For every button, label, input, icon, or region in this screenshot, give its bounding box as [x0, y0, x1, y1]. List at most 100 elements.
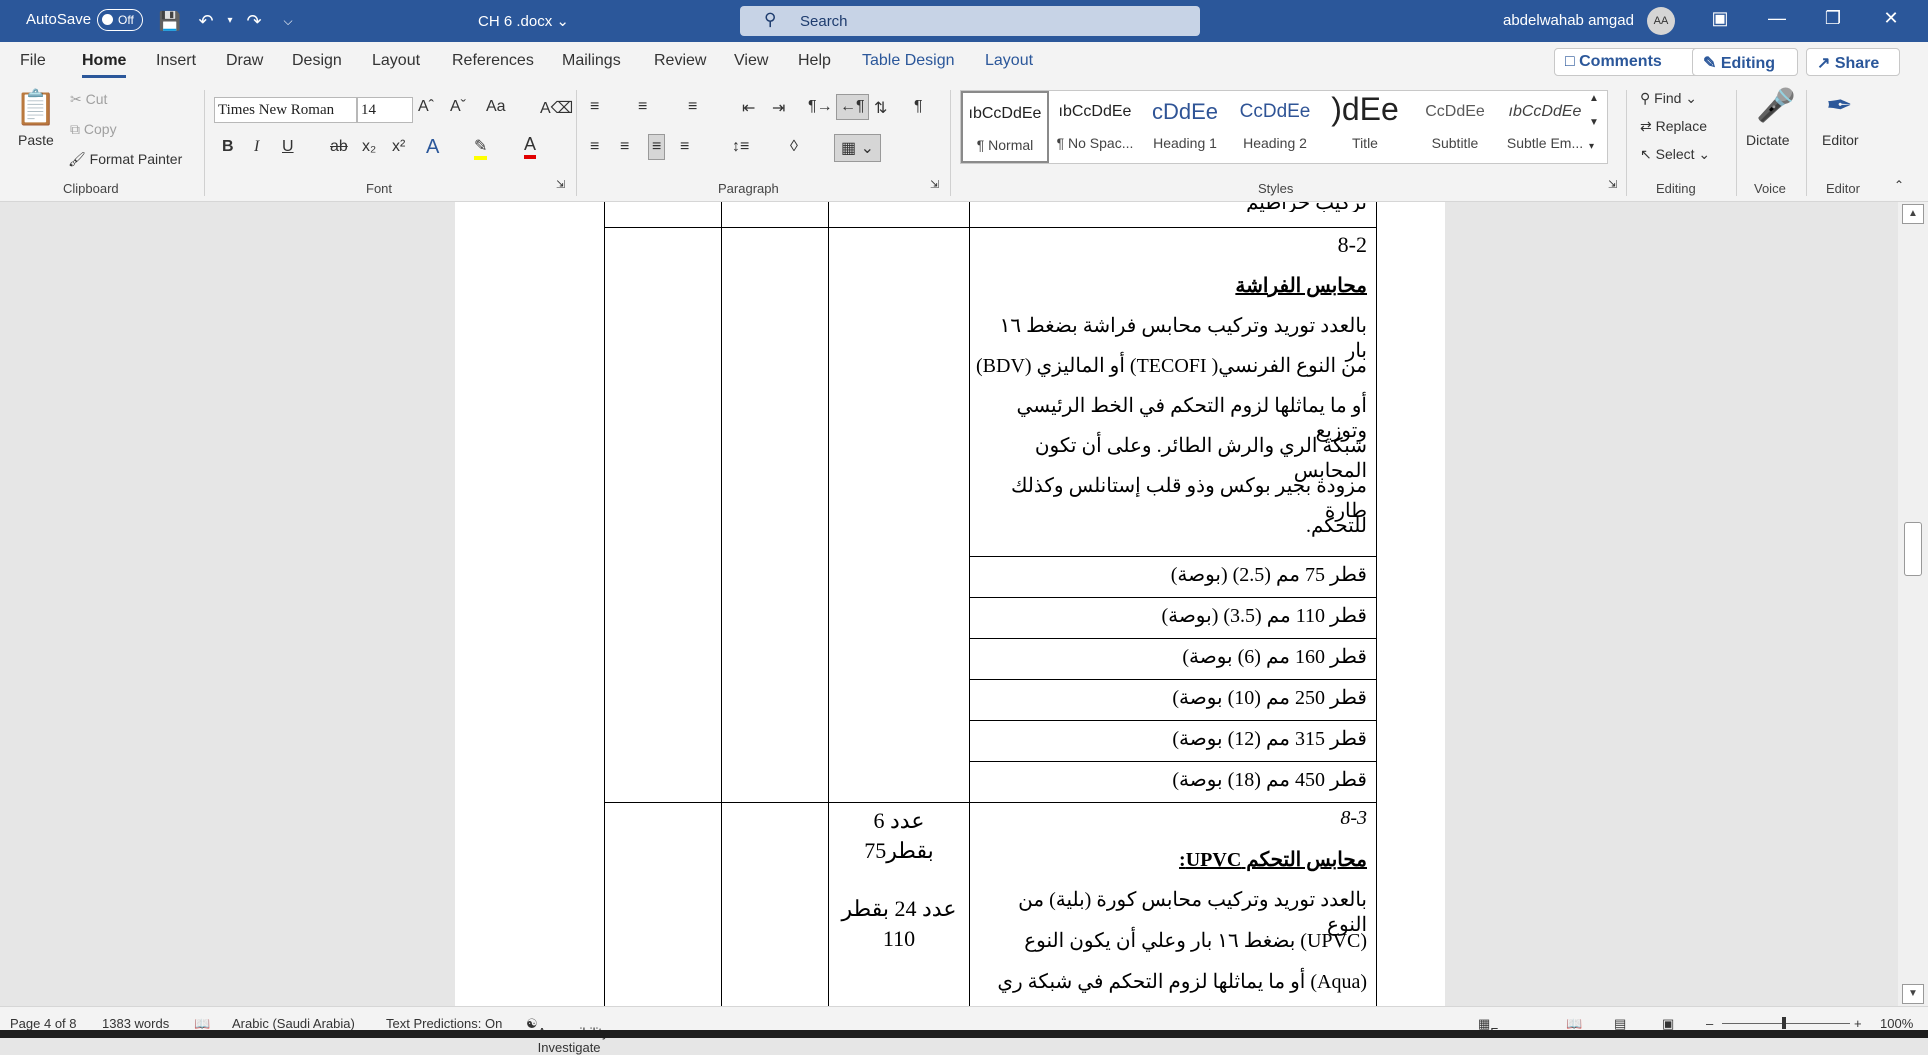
subscript-icon[interactable]: x₂: [362, 138, 376, 156]
text-effects-icon[interactable]: A: [426, 136, 439, 159]
decrease-indent-icon[interactable]: ⇤: [742, 98, 755, 118]
font-size-select[interactable]: 14: [357, 97, 413, 123]
language-indicator[interactable]: Arabic (Saudi Arabia): [232, 1016, 355, 1031]
scroll-up-icon[interactable]: ▲: [1902, 204, 1924, 224]
ribbon-display-icon[interactable]: ▣: [1705, 8, 1735, 29]
close-icon[interactable]: ✕: [1876, 8, 1906, 29]
save-icon[interactable]: 💾: [158, 9, 182, 33]
multilevel-list-icon[interactable]: ≡: [688, 98, 697, 116]
document-name[interactable]: CH 6 .docx ⌄: [478, 12, 569, 30]
autosave-toggle[interactable]: Off: [97, 9, 143, 31]
borders-icon[interactable]: ▦ ⌄: [834, 134, 881, 162]
comments-button[interactable]: □ Comments: [1554, 48, 1706, 76]
styles-dialog-launcher-icon[interactable]: ⇲: [1608, 178, 1617, 191]
document-page[interactable]: تركيب خراطيم 8-2 محابس الفراشة بالعدد تو…: [455, 202, 1445, 1006]
page-count[interactable]: Page 4 of 8: [10, 1016, 77, 1031]
center-icon[interactable]: ≡: [620, 138, 629, 156]
style-heading-2[interactable]: CcDdEe Heading 2: [1231, 91, 1319, 163]
copy-button[interactable]: ⧉ Copy: [70, 121, 117, 138]
editing-button[interactable]: ✎ Editing ⌄: [1692, 48, 1798, 92]
word-count[interactable]: 1383 words: [102, 1016, 169, 1031]
find-button[interactable]: ⚲ Find ⌄: [1640, 90, 1697, 107]
paste-icon[interactable]: 📋: [14, 88, 58, 128]
avatar[interactable]: AA: [1647, 7, 1675, 35]
tab-mailings[interactable]: Mailings: [562, 52, 621, 70]
undo-icon[interactable]: ↶: [194, 9, 218, 33]
style-subtitle[interactable]: CcDdEe Subtitle: [1411, 91, 1499, 163]
zoom-slider-thumb[interactable]: [1782, 1017, 1786, 1029]
font-name-select[interactable]: Times New Roman: [214, 97, 357, 123]
tab-table-design[interactable]: Table Design: [862, 52, 955, 70]
numbering-icon[interactable]: ≡: [638, 98, 647, 116]
style-subtle-emphasis[interactable]: ıbCcDdEe Subtle Em...: [1501, 91, 1589, 163]
align-left-icon[interactable]: ≡: [590, 138, 599, 156]
shading-icon[interactable]: ◊: [790, 138, 798, 156]
show-formatting-icon[interactable]: ¶: [914, 98, 923, 116]
text-predictions[interactable]: Text Predictions: On: [386, 1016, 502, 1031]
paragraph-dialog-launcher-icon[interactable]: ⇲: [930, 178, 939, 191]
tab-home[interactable]: Home: [82, 52, 127, 78]
tab-design[interactable]: Design: [292, 52, 342, 70]
increase-indent-icon[interactable]: ⇥: [772, 98, 785, 118]
minimize-icon[interactable]: —: [1762, 8, 1792, 29]
bold-icon[interactable]: B: [222, 138, 234, 156]
scrollbar-thumb[interactable]: [1904, 522, 1922, 576]
grow-font-icon[interactable]: Aˆ: [418, 98, 434, 116]
change-case-icon[interactable]: Aa: [486, 98, 506, 116]
microphone-icon[interactable]: 🎤: [1756, 86, 1796, 124]
editor-button[interactable]: Editor: [1822, 132, 1859, 148]
underline-icon[interactable]: U: [282, 138, 294, 156]
dictate-button[interactable]: Dictate: [1746, 132, 1790, 148]
styles-scroll-down-icon[interactable]: ▼: [1589, 117, 1599, 128]
collapse-ribbon-icon[interactable]: ⌃: [1894, 178, 1904, 192]
tab-table-layout[interactable]: Layout: [985, 52, 1033, 70]
replace-button[interactable]: ⇄ Replace: [1640, 118, 1707, 135]
restore-icon[interactable]: ❐: [1818, 8, 1848, 29]
zoom-slider[interactable]: [1722, 1023, 1850, 1024]
zoom-in-icon[interactable]: +: [1854, 1016, 1862, 1031]
sort-icon[interactable]: ⇅: [874, 98, 887, 118]
bullets-icon[interactable]: ≡: [590, 98, 599, 116]
font-color-icon[interactable]: A: [524, 134, 537, 159]
tab-layout[interactable]: Layout: [372, 52, 420, 70]
font-dialog-launcher-icon[interactable]: ⇲: [556, 178, 565, 191]
redo-icon[interactable]: ↷: [242, 9, 266, 33]
styles-scroll-up-icon[interactable]: ▲: [1589, 93, 1599, 104]
tab-review[interactable]: Review: [654, 52, 706, 70]
tab-references[interactable]: References: [452, 52, 534, 70]
search-box[interactable]: ⚲ Search: [740, 6, 1200, 36]
style-normal[interactable]: ıbCcDdEe ¶ Normal: [961, 91, 1049, 163]
shrink-font-icon[interactable]: Aˇ: [450, 98, 466, 116]
select-button[interactable]: ↖ Select ⌄: [1640, 146, 1710, 163]
vertical-scrollbar[interactable]: ▲ ▼: [1898, 202, 1928, 1006]
format-painter-button[interactable]: 🖌 Format Painter: [68, 151, 182, 168]
style-no-spacing[interactable]: ıbCcDdEe ¶ No Spac...: [1051, 91, 1139, 163]
style-title[interactable]: )dEe Title: [1321, 91, 1409, 163]
tab-view[interactable]: View: [734, 52, 768, 70]
undo-dropdown-icon[interactable]: ▾: [218, 9, 242, 33]
highlight-icon[interactable]: ✎: [474, 136, 488, 160]
line-spacing-icon[interactable]: ↕≡: [732, 138, 749, 156]
user-name[interactable]: abdelwahab amgad: [1503, 12, 1634, 29]
paste-button[interactable]: Paste: [18, 132, 54, 148]
rtl-direction-icon[interactable]: ←¶: [836, 94, 869, 120]
tab-draw[interactable]: Draw: [226, 52, 263, 70]
strikethrough-icon[interactable]: ab: [330, 138, 348, 156]
cut-button[interactable]: ✂ Cut: [70, 91, 107, 108]
tab-insert[interactable]: Insert: [156, 52, 196, 70]
style-heading-1[interactable]: cDdEe Heading 1: [1141, 91, 1229, 163]
superscript-icon[interactable]: x²: [392, 138, 405, 156]
editor-pen-icon[interactable]: ✒: [1826, 86, 1853, 124]
clear-formatting-icon[interactable]: A⌫: [540, 98, 573, 118]
styles-more-icon[interactable]: ▾: [1589, 141, 1594, 152]
ltr-direction-icon[interactable]: ¶→: [808, 98, 833, 116]
zoom-level[interactable]: 100%: [1880, 1016, 1913, 1031]
italic-icon[interactable]: I: [254, 138, 259, 156]
align-right-icon[interactable]: ≡: [648, 134, 666, 160]
share-button[interactable]: ↗ Share ⌄: [1806, 48, 1900, 92]
tab-help[interactable]: Help: [798, 52, 831, 70]
customize-toolbar-icon[interactable]: ⌵: [276, 9, 300, 33]
scroll-down-icon[interactable]: ▼: [1902, 984, 1924, 1004]
zoom-out-icon[interactable]: –: [1706, 1016, 1713, 1031]
tab-file[interactable]: File: [20, 52, 46, 70]
